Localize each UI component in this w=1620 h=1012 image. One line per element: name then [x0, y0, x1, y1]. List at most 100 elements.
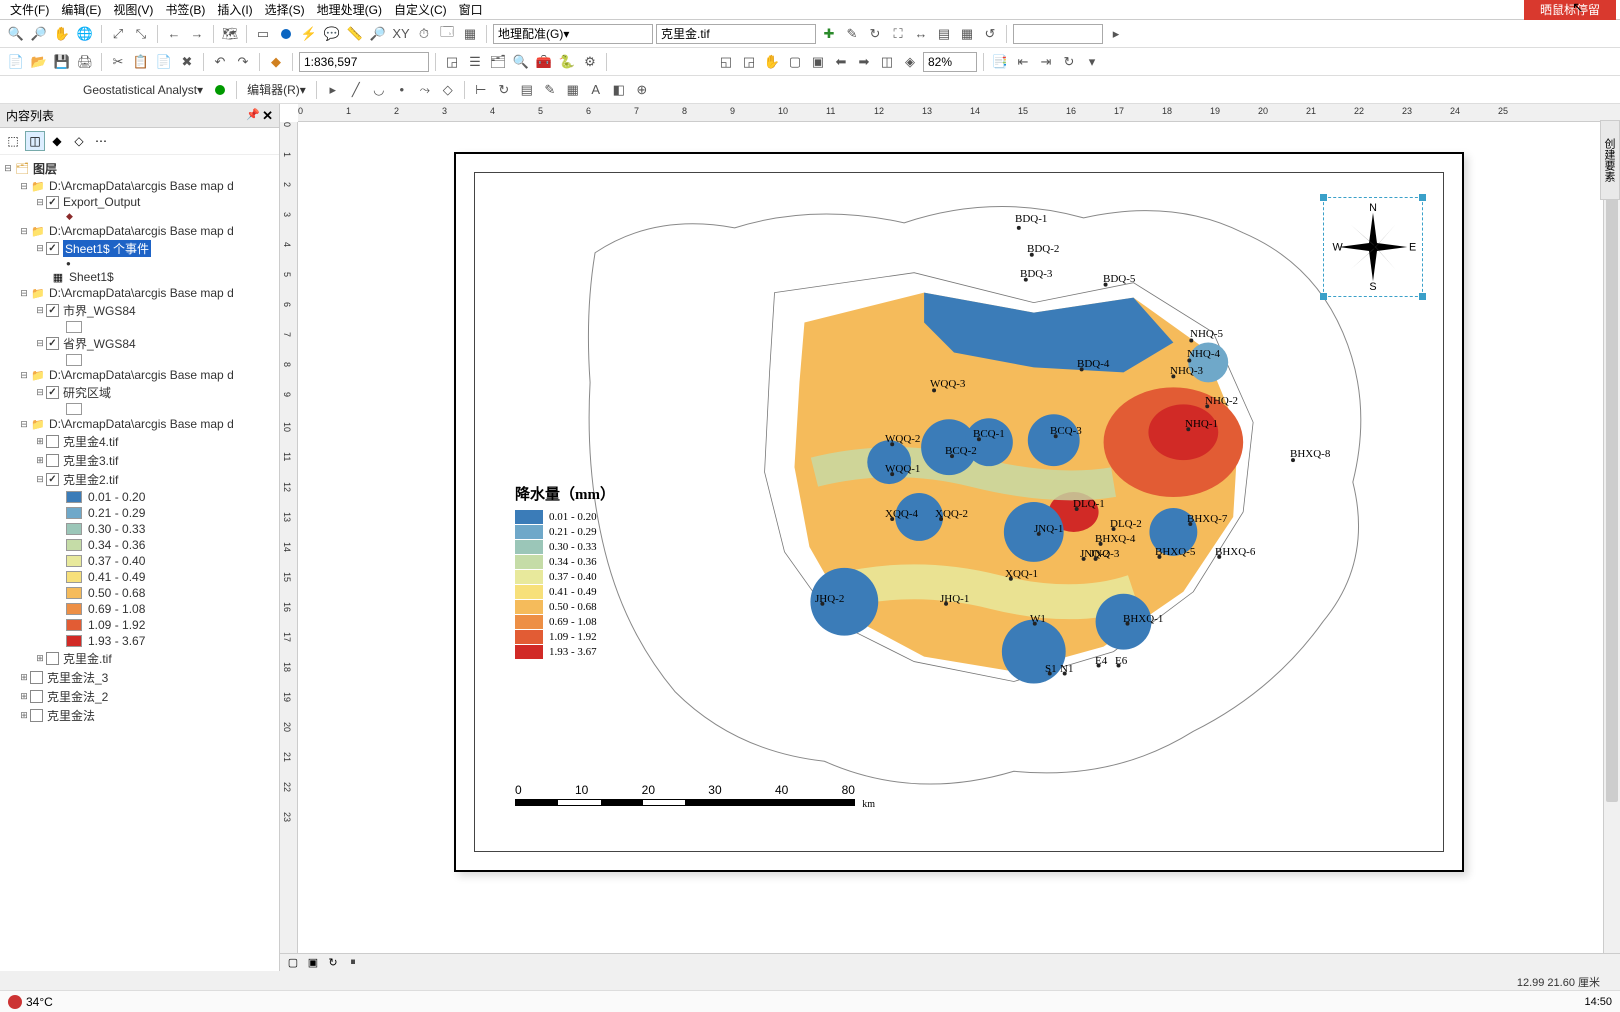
layer-prov-wgs84[interactable]: 省界_WGS84 — [63, 335, 136, 352]
layer-checkbox[interactable] — [46, 473, 59, 486]
layer-checkbox[interactable] — [46, 337, 59, 350]
toc-list-by-drawing-icon[interactable]: ⬚ — [3, 131, 23, 151]
tree-group[interactable]: D:\ArcmapData\arcgis Base map d — [49, 417, 234, 431]
scale-combo[interactable]: 1:836,597 — [299, 52, 429, 72]
toc-list-by-source-icon[interactable]: ◫ — [25, 131, 45, 151]
toc-options-icon[interactable]: ⋯ — [91, 131, 111, 151]
html-popup-icon[interactable]: 💬 — [322, 24, 342, 44]
menu-window[interactable]: 窗口 — [453, 0, 489, 20]
georef-tool-icon[interactable]: ✎ — [842, 24, 862, 44]
georef-dropdown[interactable]: 地理配准(G)▾ — [493, 24, 653, 44]
georef-table-icon[interactable]: ▤ — [934, 24, 954, 44]
georef-search-input[interactable] — [1013, 24, 1103, 44]
layout-100-icon[interactable]: ▣ — [808, 52, 828, 72]
georef-reset-icon[interactable]: ↺ — [980, 24, 1000, 44]
layout-whole-page-icon[interactable]: ▢ — [785, 52, 805, 72]
time-slider-icon[interactable]: ⏱ — [414, 24, 434, 44]
map-scrollbar[interactable] — [1603, 122, 1620, 953]
paste-icon[interactable]: 📄 — [154, 52, 174, 72]
menu-edit[interactable]: 编辑(E) — [55, 0, 107, 20]
toc-icon[interactable]: ☰ — [465, 52, 485, 72]
tree-group[interactable]: D:\ArcmapData\arcgis Base map d — [49, 179, 234, 193]
menu-customize[interactable]: 自定义(C) — [388, 0, 453, 20]
geostat-wizard-icon[interactable] — [210, 80, 230, 100]
editor-dropdown[interactable]: 编辑器(R)▾ — [243, 81, 310, 98]
tree-group[interactable]: D:\ArcmapData\arcgis Base map d — [49, 286, 234, 300]
refresh-icon[interactable]: 🗺 — [220, 24, 240, 44]
layout-back-icon[interactable]: ⬅ — [831, 52, 851, 72]
layer-checkbox[interactable] — [30, 709, 43, 722]
dd-next-icon[interactable]: ⇥ — [1036, 52, 1056, 72]
layer-city-wgs84[interactable]: 市界_WGS84 — [63, 302, 136, 319]
georef-layer-dropdown[interactable]: 克里金.tif — [656, 24, 816, 44]
layer-checkbox[interactable] — [46, 196, 59, 209]
edit-line-icon[interactable]: ╱ — [346, 80, 366, 100]
layer-checkbox[interactable] — [30, 690, 43, 703]
edit-point-icon[interactable]: • — [392, 80, 412, 100]
tree-root[interactable]: 图层 — [33, 160, 57, 177]
layer-sheet1-events[interactable]: Sheet1$ 个事件 — [63, 240, 151, 257]
red-button[interactable]: 晒鼠标停留↖ — [1524, 0, 1616, 20]
delete-icon[interactable]: ✖ — [177, 52, 197, 72]
menu-insert[interactable]: 插入(I) — [211, 0, 258, 20]
layer-kriging3[interactable]: 克里金3.tif — [63, 452, 118, 469]
zoom-in-icon[interactable]: 🔍 — [6, 24, 26, 44]
back-icon[interactable]: ← — [164, 24, 184, 44]
python-icon[interactable]: 🐍 — [557, 52, 577, 72]
geostat-dropdown[interactable]: Geostatistical Analyst▾ — [79, 83, 207, 97]
layer-checkbox[interactable] — [46, 652, 59, 665]
edit-annot-icon[interactable]: A — [586, 80, 606, 100]
save-icon[interactable]: 💾 — [52, 52, 72, 72]
north-arrow-element[interactable]: N S W E — [1323, 197, 1423, 297]
dd-more-icon[interactable]: ▾ — [1082, 52, 1102, 72]
fixed-zoom-out-icon[interactable]: ⤡ — [131, 24, 151, 44]
select-arrow-icon[interactable]: ▭ — [253, 24, 273, 44]
layer-sheet1-table[interactable]: Sheet1$ — [69, 270, 114, 284]
dd-prev-icon[interactable]: ⇤ — [1013, 52, 1033, 72]
print-icon[interactable]: 🖨 — [75, 52, 95, 72]
georef-rotate-icon[interactable]: ↻ — [865, 24, 885, 44]
tree-group[interactable]: D:\ArcmapData\arcgis Base map d — [49, 224, 234, 238]
edit-vertex-icon[interactable]: ◇ — [438, 80, 458, 100]
full-extent-icon[interactable]: 🌐 — [75, 24, 95, 44]
georef-grid-icon[interactable]: ▦ — [957, 24, 977, 44]
undo-icon[interactable]: ↶ — [210, 52, 230, 72]
toggle-draft-icon[interactable]: ◫ — [877, 52, 897, 72]
goto-xy-icon[interactable]: XY — [391, 24, 411, 44]
edit-sketch-icon[interactable]: ✎ — [540, 80, 560, 100]
layer-krig-m2[interactable]: 克里金法_2 — [47, 688, 108, 705]
viewer-icon[interactable]: 🗔 — [437, 24, 457, 44]
edit-create-icon[interactable]: ▦ — [563, 80, 583, 100]
layer-krig-m[interactable]: 克里金法 — [47, 707, 95, 724]
layout-view-icon[interactable]: ▣ — [306, 956, 320, 970]
layer-kriging-tif[interactable]: 克里金.tif — [63, 650, 112, 667]
layer-study-area[interactable]: 研究区域 — [63, 384, 111, 401]
identify-icon[interactable] — [276, 24, 296, 44]
menu-view[interactable]: 视图(V) — [107, 0, 159, 20]
refresh-view-icon[interactable]: ↻ — [326, 956, 340, 970]
create-window-icon[interactable]: ▦ — [460, 24, 480, 44]
find-icon[interactable]: 🔎 — [368, 24, 388, 44]
layer-export-output[interactable]: Export_Output — [63, 195, 140, 209]
layer-checkbox[interactable] — [46, 454, 59, 467]
edit-repr-icon[interactable]: ◧ — [609, 80, 629, 100]
zoom-pct-combo[interactable]: 82% — [923, 52, 977, 72]
georef-go-icon[interactable]: ▸ — [1106, 24, 1126, 44]
scale-bar[interactable]: 01020304080 km — [515, 783, 855, 806]
layout-zoom-in-icon[interactable]: ◱ — [716, 52, 736, 72]
layer-checkbox[interactable] — [30, 671, 43, 684]
map-legend[interactable]: 降水量（mm） 0.01 - 0.200.21 - 0.290.30 - 0.3… — [515, 483, 615, 660]
page-frame[interactable]: BDQ-1BDQ-2BDQ-3BDQ-5BDQ-4NHQ-5NHQ-4NHQ-3… — [454, 152, 1464, 872]
edit-trace-icon[interactable]: ⤳ — [415, 80, 435, 100]
georef-scale-icon[interactable]: ⛶ — [888, 24, 908, 44]
layer-krig-m3[interactable]: 克里金法_3 — [47, 669, 108, 686]
pin-icon[interactable]: 📌 — [246, 108, 260, 124]
add-data-icon[interactable]: ◆ — [266, 52, 286, 72]
hyperlink-icon[interactable]: ⚡ — [299, 24, 319, 44]
edit-attr-icon[interactable]: ▤ — [517, 80, 537, 100]
georef-shift-icon[interactable]: ↔ — [911, 24, 931, 44]
catalog-icon[interactable]: 🗂 — [488, 52, 508, 72]
model-builder-icon[interactable]: ⚙ — [580, 52, 600, 72]
fixed-zoom-in-icon[interactable]: ⤢ — [108, 24, 128, 44]
menu-bookmark[interactable]: 书签(B) — [159, 0, 211, 20]
